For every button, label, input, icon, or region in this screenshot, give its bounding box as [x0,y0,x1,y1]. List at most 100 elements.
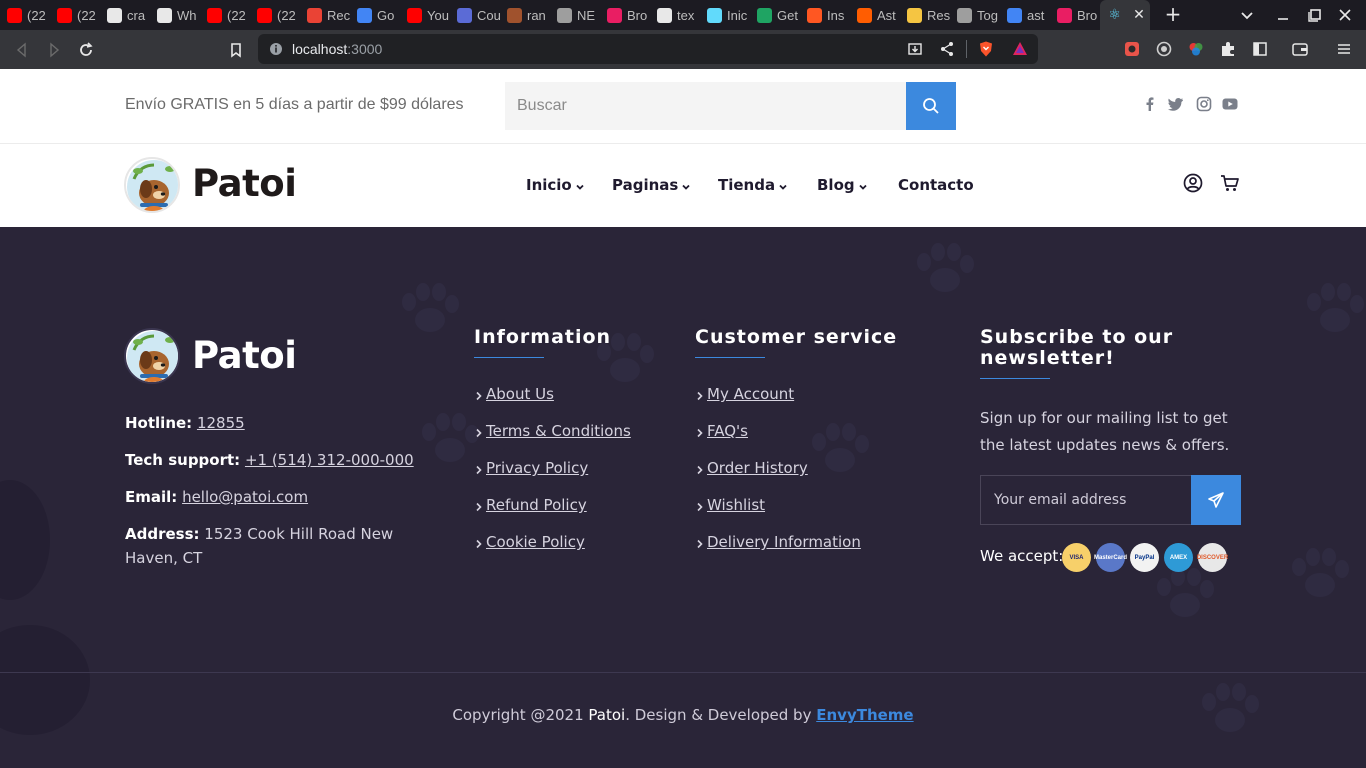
paw-icon [157,7,172,23]
newsletter-heading-line2: newsletter! [980,347,1115,369]
browser-tab[interactable]: ast [1000,0,1050,30]
site-info-icon[interactable] [267,40,285,58]
email-label: Email: [125,488,178,506]
newsletter-email-input[interactable] [980,475,1191,525]
information-link[interactable]: Refund Policy [474,496,587,514]
facebook-icon[interactable] [1142,96,1158,112]
chevron-right-icon [476,391,482,400]
search-input[interactable] [505,82,906,130]
newsletter-heading: Subscribe to our newsletter! [980,327,1173,369]
browser-tab[interactable]: Rec [300,0,350,30]
bookmark-icon[interactable] [226,40,246,60]
address-line-2: Haven, CT [125,549,203,567]
tab-title: tex [677,7,695,23]
extension-color-icon[interactable] [1187,40,1205,58]
browser-tab[interactable]: (22 [0,0,50,30]
wallet-icon[interactable] [1291,40,1309,58]
browser-tab[interactable]: Inic [700,0,750,30]
footer-divider [0,672,1366,673]
customer-service-link[interactable]: Wishlist [695,496,765,514]
browser-tab[interactable]: Cou [450,0,500,30]
instagram-icon[interactable] [1196,96,1212,112]
footer-brand-logo-text[interactable]: Patoi [192,334,297,377]
customer-service-link[interactable]: My Account [695,385,794,403]
information-link[interactable]: About Us [474,385,554,403]
browser-tab[interactable]: cra [100,0,150,30]
browser-tab[interactable]: Bro [600,0,650,30]
sidebar-icon[interactable] [1251,40,1269,58]
chevron-down-icon[interactable] [1238,6,1256,24]
browser-tab[interactable]: Bro [1050,0,1100,30]
brave-shield-icon[interactable] [977,40,995,58]
customer-service-link[interactable]: Delivery Information [695,533,861,551]
close-tab-icon[interactable]: ✕ [1131,7,1147,23]
paw-decoration-icon [1307,283,1364,332]
tech-support-link[interactable]: +1 (514) 312-000-000 [245,451,414,469]
information-link[interactable]: Privacy Policy [474,459,588,477]
new-tab-button[interactable]: + [1163,4,1183,24]
customer-service-link[interactable]: Order History [695,459,808,477]
url-text[interactable]: localhost:3000 [292,40,382,58]
youtube-icon[interactable] [1222,96,1238,112]
logo-badge[interactable] [124,157,180,213]
browser-tab[interactable]: (22 [250,0,300,30]
share-icon[interactable] [938,40,956,58]
nav-item-label: Paginas [612,176,679,194]
browser-tab[interactable]: Ast [850,0,900,30]
information-link[interactable]: Cookie Policy [474,533,585,551]
youtube-icon [207,7,222,23]
tab-title: Ast [877,7,896,23]
browser-tab[interactable]: Ins [800,0,850,30]
toggle-icon [957,7,972,23]
nav-item-tienda[interactable]: Tienda [718,176,788,194]
brand-logo-text[interactable]: Patoi [192,162,297,205]
close-window-icon[interactable] [1336,6,1354,24]
chevron-right-icon [697,428,703,437]
browser-tab[interactable]: (22 [50,0,100,30]
extension-red-icon[interactable] [1123,40,1141,58]
browser-tab[interactable]: Tog [950,0,1000,30]
browser-tab[interactable]: Res [900,0,950,30]
twitter-icon[interactable] [1168,96,1184,112]
nav-item-inicio[interactable]: Inicio [526,176,585,194]
photo-icon [507,7,522,23]
browser-tab[interactable]: Go [350,0,400,30]
newsletter-submit-button[interactable] [1191,475,1241,525]
email-link[interactable]: hello@patoi.com [182,488,308,506]
install-icon[interactable] [906,40,924,58]
browser-tab[interactable]: You [400,0,450,30]
tab-title: cra [127,7,146,23]
nav-item-blog[interactable]: Blog [817,176,868,194]
link-text: Refund Policy [486,496,587,514]
browser-tab[interactable]: NE [550,0,600,30]
copyright-prefix: Copyright @2021 [452,706,584,724]
user-account-icon[interactable] [1183,173,1203,193]
link-text: Delivery Information [707,533,861,551]
cart-icon[interactable] [1220,173,1240,193]
reload-icon[interactable] [76,40,96,60]
maximize-icon[interactable] [1306,6,1324,24]
browser-tab[interactable]: Wh [150,0,200,30]
tab-title: NE [577,7,596,23]
search-button[interactable] [906,82,956,130]
forward-icon[interactable] [44,40,64,60]
extensions-puzzle-icon[interactable] [1219,40,1237,58]
extension-target-icon[interactable] [1155,40,1173,58]
browser-tab[interactable]: ran [500,0,550,30]
browser-tab[interactable]: Get [750,0,800,30]
customer-service-link[interactable]: FAQ's [695,422,748,440]
menu-icon[interactable] [1335,40,1353,58]
back-icon[interactable] [12,40,32,60]
footer-logo-badge[interactable] [124,328,180,384]
brave-rewards-icon[interactable] [1011,40,1029,58]
developer-link[interactable]: EnvyTheme [816,706,913,724]
information-link[interactable]: Terms & Conditions [474,422,631,440]
browser-tab[interactable]: (22 [200,0,250,30]
nav-item-paginas[interactable]: Paginas [612,176,691,194]
browser-tab[interactable]: tex [650,0,700,30]
link-text: Cookie Policy [486,533,585,551]
hotline-link[interactable]: 12855 [197,414,245,432]
nav-item-contacto[interactable]: Contacto [898,176,974,194]
link-text: FAQ's [707,422,748,440]
minimize-icon[interactable] [1274,6,1292,24]
